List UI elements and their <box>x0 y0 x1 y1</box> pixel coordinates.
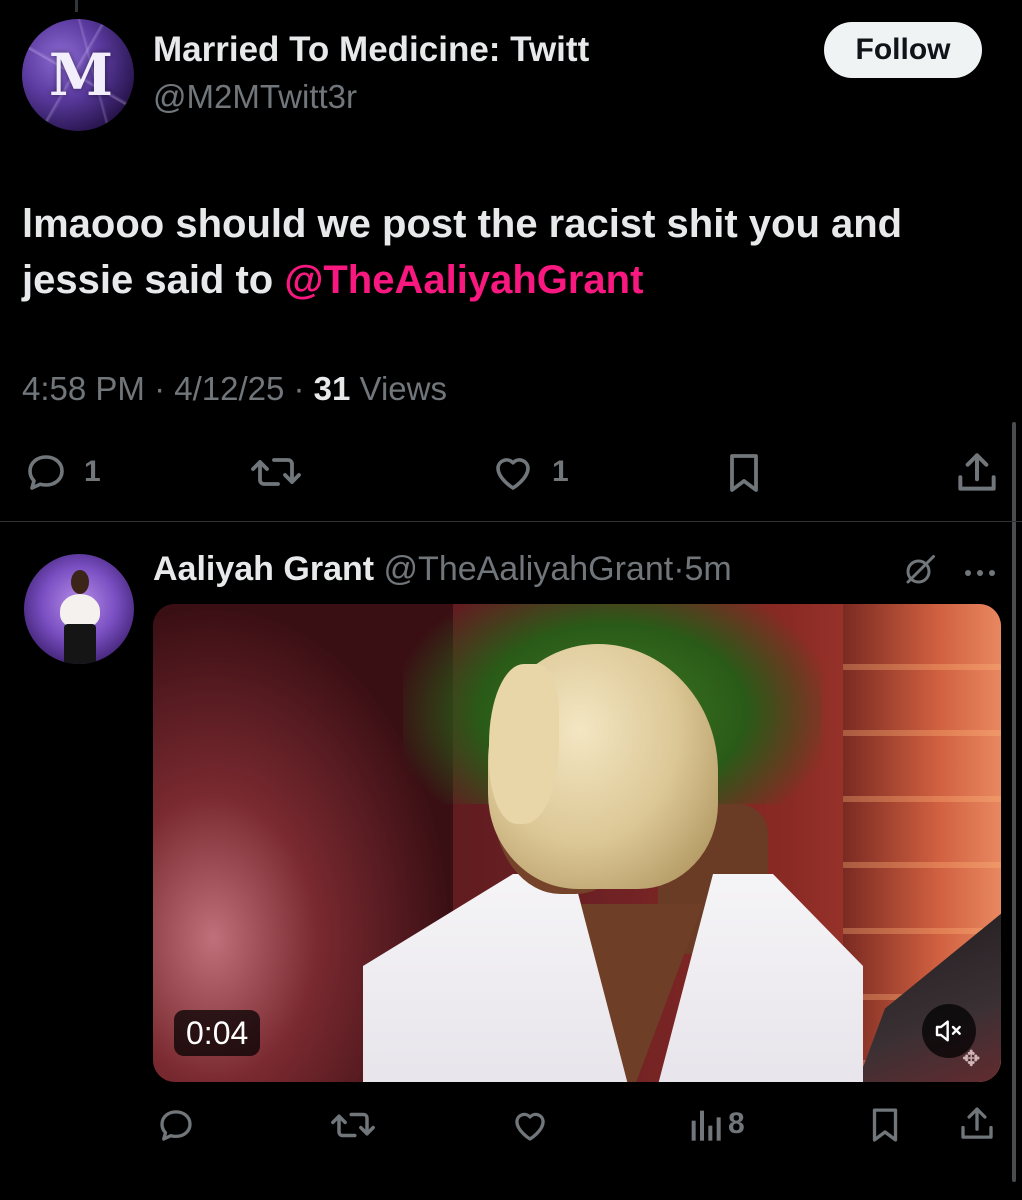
meta-separator: · <box>284 370 314 407</box>
retweet-icon <box>331 1112 375 1138</box>
bookmark-button[interactable] <box>720 448 768 498</box>
scrollbar[interactable] <box>1012 422 1016 1182</box>
reply-button[interactable]: 1 <box>22 448 101 496</box>
mention-link[interactable]: @TheAaliyahGrant <box>284 258 643 302</box>
more-icon[interactable] <box>962 566 998 584</box>
share-icon <box>958 453 996 491</box>
grok-icon[interactable] <box>902 552 938 593</box>
retweet-icon <box>251 458 301 486</box>
like-count: 1 <box>552 455 569 488</box>
page: M Married To Medicine: Twitt @M2MTwitt3r… <box>0 0 1022 1200</box>
reply-button[interactable] <box>155 1104 197 1146</box>
reply-header: Aaliyah Grant @TheAaliyahGrant·5m <box>153 550 732 589</box>
divider <box>0 521 1022 522</box>
video-time-badge: 0:04 <box>174 1010 261 1056</box>
reply-author-handle[interactable]: @TheAaliyahGrant <box>384 550 674 588</box>
like-button[interactable]: 1 <box>488 448 569 496</box>
video-frame <box>489 664 559 824</box>
reply-author-avatar[interactable] <box>24 554 134 664</box>
analytics-icon <box>691 1110 721 1141</box>
follow-button[interactable]: Follow <box>824 22 982 78</box>
views-button[interactable]: 8 <box>688 1104 745 1144</box>
tweet-text: lmaooo should we post the racist shit yo… <box>22 196 1002 308</box>
header-separator: · <box>673 550 685 588</box>
reply-icon <box>160 1110 192 1141</box>
reply-icon <box>28 455 64 490</box>
meta-separator: · <box>144 370 175 407</box>
heart-icon <box>496 458 530 490</box>
avatar-figure <box>64 624 96 664</box>
author-handle[interactable]: @M2MTwitt3r <box>153 78 357 116</box>
avatar-figure <box>71 570 89 594</box>
avatar-logo: M <box>48 41 113 109</box>
avatar-figure <box>60 594 100 628</box>
thread-line <box>75 0 78 12</box>
dragonfly-icon: ✥ <box>962 1046 981 1071</box>
heart-icon <box>515 1112 545 1141</box>
views-count: 31 <box>313 370 351 407</box>
reply-author-name[interactable]: Aaliyah Grant <box>153 550 374 588</box>
video-player[interactable] <box>153 604 1001 1082</box>
share-button[interactable] <box>956 1102 998 1146</box>
bookmark-button[interactable] <box>864 1102 906 1148</box>
share-icon <box>961 1107 993 1139</box>
like-button[interactable] <box>508 1104 552 1146</box>
reply-age[interactable]: 5m <box>685 550 732 588</box>
author-name[interactable]: Married To Medicine: Twitt <box>153 30 589 70</box>
author-avatar[interactable]: M <box>22 19 134 131</box>
bookmark-icon <box>730 454 758 492</box>
tweet-date[interactable]: 4/12/25 <box>174 370 284 407</box>
tweet-meta: 4:58 PM · 4/12/25 · 31 Views <box>22 370 447 408</box>
retweet-button[interactable] <box>248 448 304 496</box>
views-count: 8 <box>728 1107 745 1140</box>
views-label: Views <box>350 370 447 407</box>
bookmark-icon <box>872 1108 898 1142</box>
retweet-button[interactable] <box>328 1104 378 1146</box>
tweet-time[interactable]: 4:58 PM <box>22 370 145 407</box>
share-button[interactable] <box>952 448 1002 498</box>
mute-icon <box>935 1020 961 1042</box>
reply-count: 1 <box>84 455 101 488</box>
